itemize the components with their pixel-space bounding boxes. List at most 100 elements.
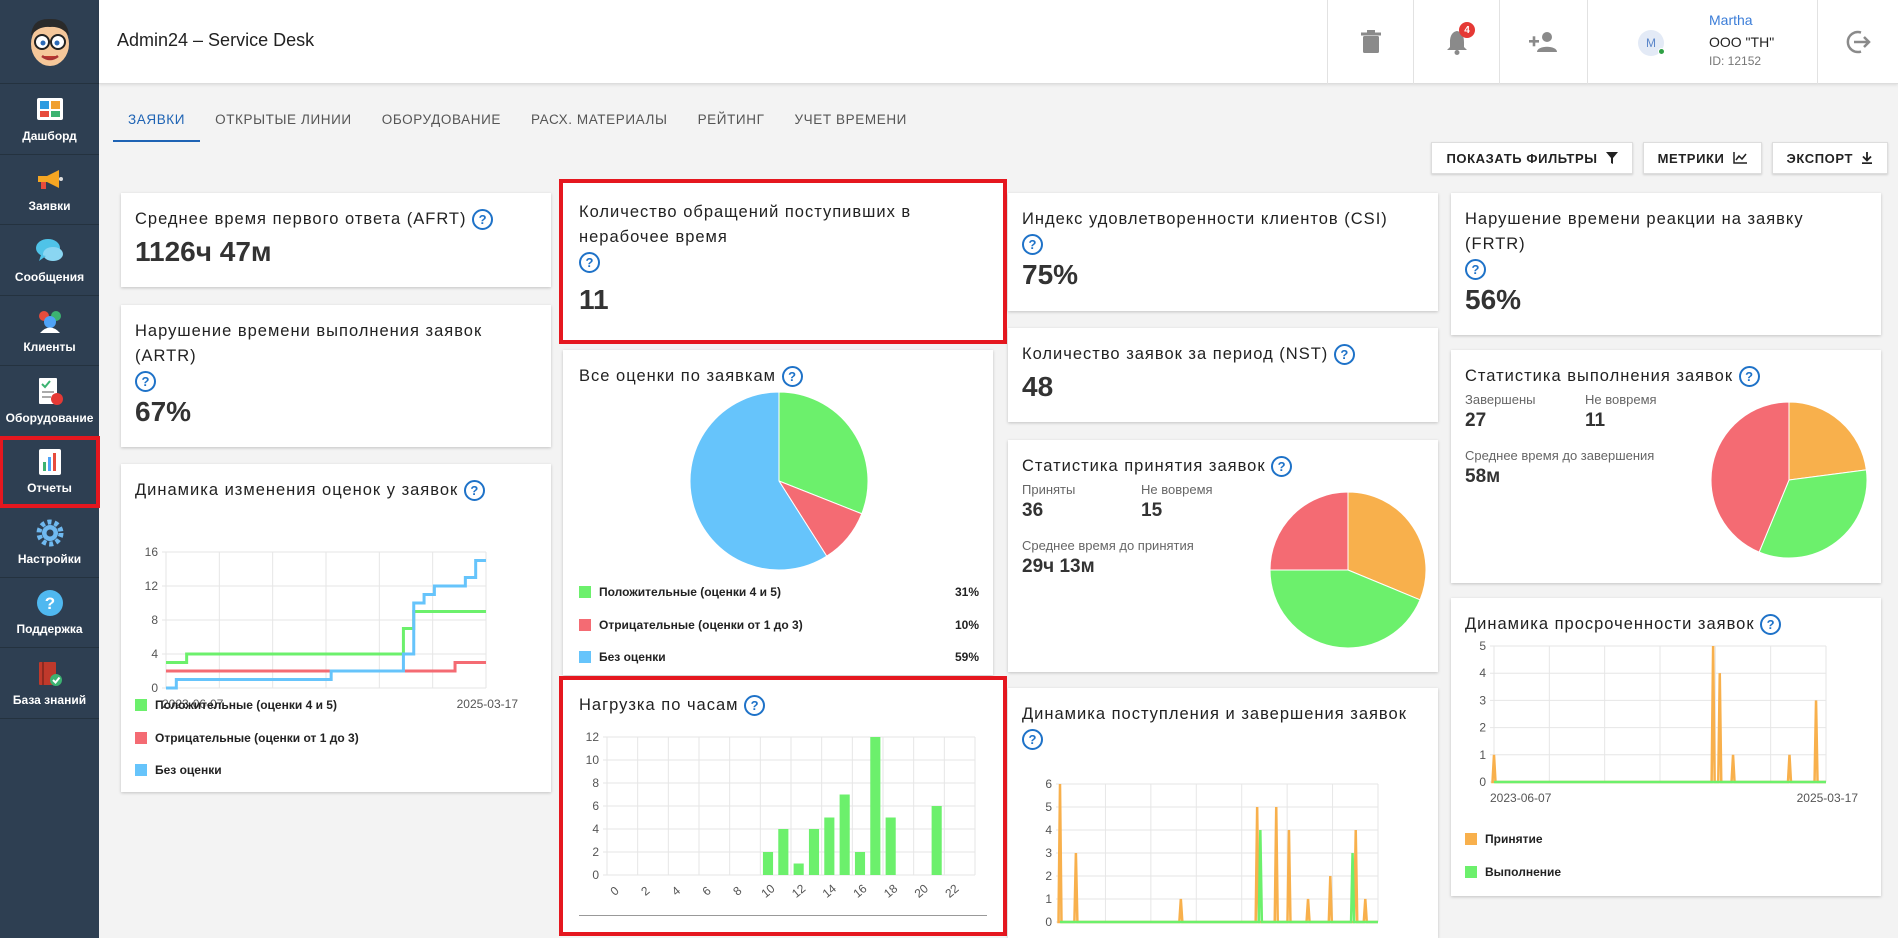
sidebar-item-settings[interactable]: Настройки bbox=[0, 507, 99, 578]
logout-button[interactable] bbox=[1817, 0, 1898, 84]
series-line bbox=[1491, 645, 1826, 784]
legend-label: Выполнение bbox=[1485, 864, 1562, 879]
y-tick-label: 2 bbox=[1479, 721, 1486, 735]
hourly-load-chart: 0 2 4 6 8 10 12 0 2 4 6 8 10 12 14 16 18 20 22 bbox=[586, 730, 976, 901]
user-profile[interactable]: M Martha ООО "ТН" ID: 12152 bbox=[1587, 0, 1817, 84]
toolbar: ПОКАЗАТЬ ФИЛЬТРЫ МЕТРИКИ ЭКСПОРТ bbox=[1431, 142, 1888, 174]
notifications-button[interactable]: 4 bbox=[1413, 0, 1499, 84]
legend-item-completion[interactable]: Выполнение bbox=[1465, 856, 1867, 889]
sidebar-item-reports[interactable]: Отчеты bbox=[0, 435, 100, 508]
sidebar-item-messages[interactable]: Сообщения bbox=[0, 225, 99, 296]
divider bbox=[579, 915, 987, 916]
y-tick-label: 4 bbox=[592, 822, 599, 836]
show-filters-button[interactable]: ПОКАЗАТЬ ФИЛЬТРЫ bbox=[1431, 142, 1633, 174]
legend-label: Отрицательные (оценки от 1 до 3) bbox=[599, 617, 803, 632]
help-icon[interactable]: ? bbox=[1465, 259, 1486, 281]
notification-badge: 4 bbox=[1459, 22, 1475, 38]
sidebar-item-label: Сообщения bbox=[14, 269, 85, 284]
tab-equipment[interactable]: ОБОРУДОВАНИЕ bbox=[367, 108, 516, 142]
artr-card: Нарушение времени выполнения заявок (ART… bbox=[121, 305, 551, 447]
metrics-button[interactable]: МЕТРИКИ bbox=[1642, 142, 1762, 174]
accept-stats-card: Статистика принятия заявок ? Приняты 36 … bbox=[1008, 440, 1438, 672]
reports-icon bbox=[35, 447, 65, 477]
legend-item-acceptance[interactable]: Принятие bbox=[1465, 823, 1867, 856]
tab-requests[interactable]: ЗАЯВКИ bbox=[113, 108, 201, 142]
help-icon[interactable]: ? bbox=[1022, 729, 1043, 751]
logo[interactable] bbox=[0, 0, 99, 84]
y-tick-label: 0 bbox=[592, 868, 599, 882]
tab-rating[interactable]: РЕЙТИНГ bbox=[683, 108, 780, 142]
legend-label: Положительные (оценки 4 и 5) bbox=[599, 585, 781, 600]
help-icon[interactable]: ? bbox=[1738, 366, 1760, 388]
complete-stats-title: Статистика выполнения заявок bbox=[1465, 367, 1734, 385]
csi-card: Индекс удовлетворенности клиентов (CSI)?… bbox=[1008, 193, 1438, 311]
x-tick-label: 10 bbox=[758, 881, 777, 901]
overdue-legend: Принятие Выполнение bbox=[1465, 823, 1867, 888]
all-ratings-title: Все оценки по заявкам bbox=[579, 367, 777, 385]
complete-avg-value: 58м bbox=[1465, 466, 1501, 487]
sidebar-item-knowledge-base[interactable]: База знаний bbox=[0, 648, 99, 719]
y-tick-label: 2 bbox=[592, 845, 599, 859]
avatar: M bbox=[1638, 30, 1665, 56]
user-name[interactable]: Martha bbox=[1709, 12, 1753, 28]
done-label: Завершены bbox=[1465, 392, 1536, 407]
sidebar-item-dashboard[interactable]: Дашборд bbox=[0, 84, 99, 155]
all-ratings-pie bbox=[690, 392, 869, 571]
x-tick-label: 22 bbox=[942, 881, 961, 901]
frtr-title: Нарушение времени реакции на заявку (FRT… bbox=[1465, 210, 1804, 253]
complete-stats-pie bbox=[1711, 402, 1867, 558]
x-tick-label: 4 bbox=[669, 883, 683, 898]
help-icon[interactable]: ? bbox=[472, 209, 494, 231]
legend-item-positive[interactable]: Положительные (оценки 4 и 5) bbox=[135, 689, 537, 722]
help-icon[interactable]: ? bbox=[1333, 344, 1355, 366]
help-icon[interactable]: ? bbox=[1271, 456, 1293, 478]
bar bbox=[885, 817, 896, 875]
export-button[interactable]: ЭКСПОРТ bbox=[1771, 142, 1888, 174]
legend-item-negative[interactable]: Отрицательные (оценки от 1 до 3) bbox=[135, 722, 537, 755]
y-tick-label: 8 bbox=[592, 776, 599, 790]
trash-button[interactable] bbox=[1327, 0, 1413, 84]
afrt-title: Среднее время первого ответа (AFRT) bbox=[135, 210, 467, 228]
legend-item-negative[interactable]: Отрицательные (оценки от 1 до 3) 10% bbox=[579, 609, 979, 642]
y-tick-label: 0 bbox=[1479, 775, 1486, 789]
tab-consumables[interactable]: РАСХ. МАТЕРИАЛЫ bbox=[516, 108, 683, 142]
accept-late-value: 15 bbox=[1141, 500, 1163, 521]
sidebar-item-label: Дашборд bbox=[22, 128, 77, 143]
help-icon[interactable]: ? bbox=[579, 252, 600, 274]
help-icon[interactable]: ? bbox=[744, 695, 766, 717]
x-tick-label: 6 bbox=[700, 883, 714, 898]
logout-icon bbox=[1846, 30, 1871, 54]
tab-open-lines[interactable]: ОТКРЫТЫЕ ЛИНИИ bbox=[200, 108, 367, 142]
legend-percent: 31% bbox=[954, 585, 979, 600]
bar bbox=[839, 794, 850, 875]
add-user-button[interactable] bbox=[1499, 0, 1585, 84]
legend-item-positive[interactable]: Положительные (оценки 4 и 5) 31% bbox=[579, 576, 979, 609]
sidebar-item-clients[interactable]: Клиенты bbox=[0, 296, 99, 366]
legend-item-unrated[interactable]: Без оценки bbox=[135, 754, 537, 787]
equipment-icon bbox=[35, 377, 65, 407]
help-icon[interactable]: ? bbox=[1760, 614, 1782, 636]
nst-value: 48 bbox=[1022, 371, 1054, 402]
help-icon[interactable]: ? bbox=[781, 366, 803, 388]
accepted-value: 36 bbox=[1022, 500, 1044, 521]
sidebar-item-support[interactable]: ? Поддержка bbox=[0, 578, 99, 648]
tab-time-tracking[interactable]: УЧЕТ ВРЕМЕНИ bbox=[779, 108, 922, 142]
complete-stats-card: Статистика выполнения заявок ? Завершены… bbox=[1451, 350, 1881, 583]
y-tick-label: 0 bbox=[1045, 915, 1052, 929]
sidebar-item-requests[interactable]: Заявки bbox=[0, 155, 99, 225]
ratings-dynamics-title: Динамика изменения оценок у заявок bbox=[135, 481, 459, 499]
y-tick-label: 3 bbox=[1045, 846, 1052, 860]
metrics-label: МЕТРИКИ bbox=[1657, 150, 1725, 166]
offhours-value: 11 bbox=[579, 284, 609, 315]
help-icon[interactable]: ? bbox=[1022, 234, 1043, 256]
legend-item-unrated[interactable]: Без оценки 59% bbox=[579, 641, 979, 674]
x-tick-label: 14 bbox=[820, 881, 839, 901]
y-tick-label: 5 bbox=[1045, 800, 1052, 814]
y-tick-label: 16 bbox=[145, 545, 159, 559]
help-icon[interactable]: ? bbox=[135, 371, 156, 393]
mascot-logo-icon bbox=[30, 18, 69, 66]
help-icon[interactable]: ? bbox=[463, 480, 485, 502]
x-tick-label: 2023-06-07 bbox=[1490, 791, 1552, 805]
sidebar-item-equipment[interactable]: Оборудование bbox=[0, 366, 99, 437]
inflow-title: Динамика поступления и завершения заявок bbox=[1022, 705, 1407, 723]
